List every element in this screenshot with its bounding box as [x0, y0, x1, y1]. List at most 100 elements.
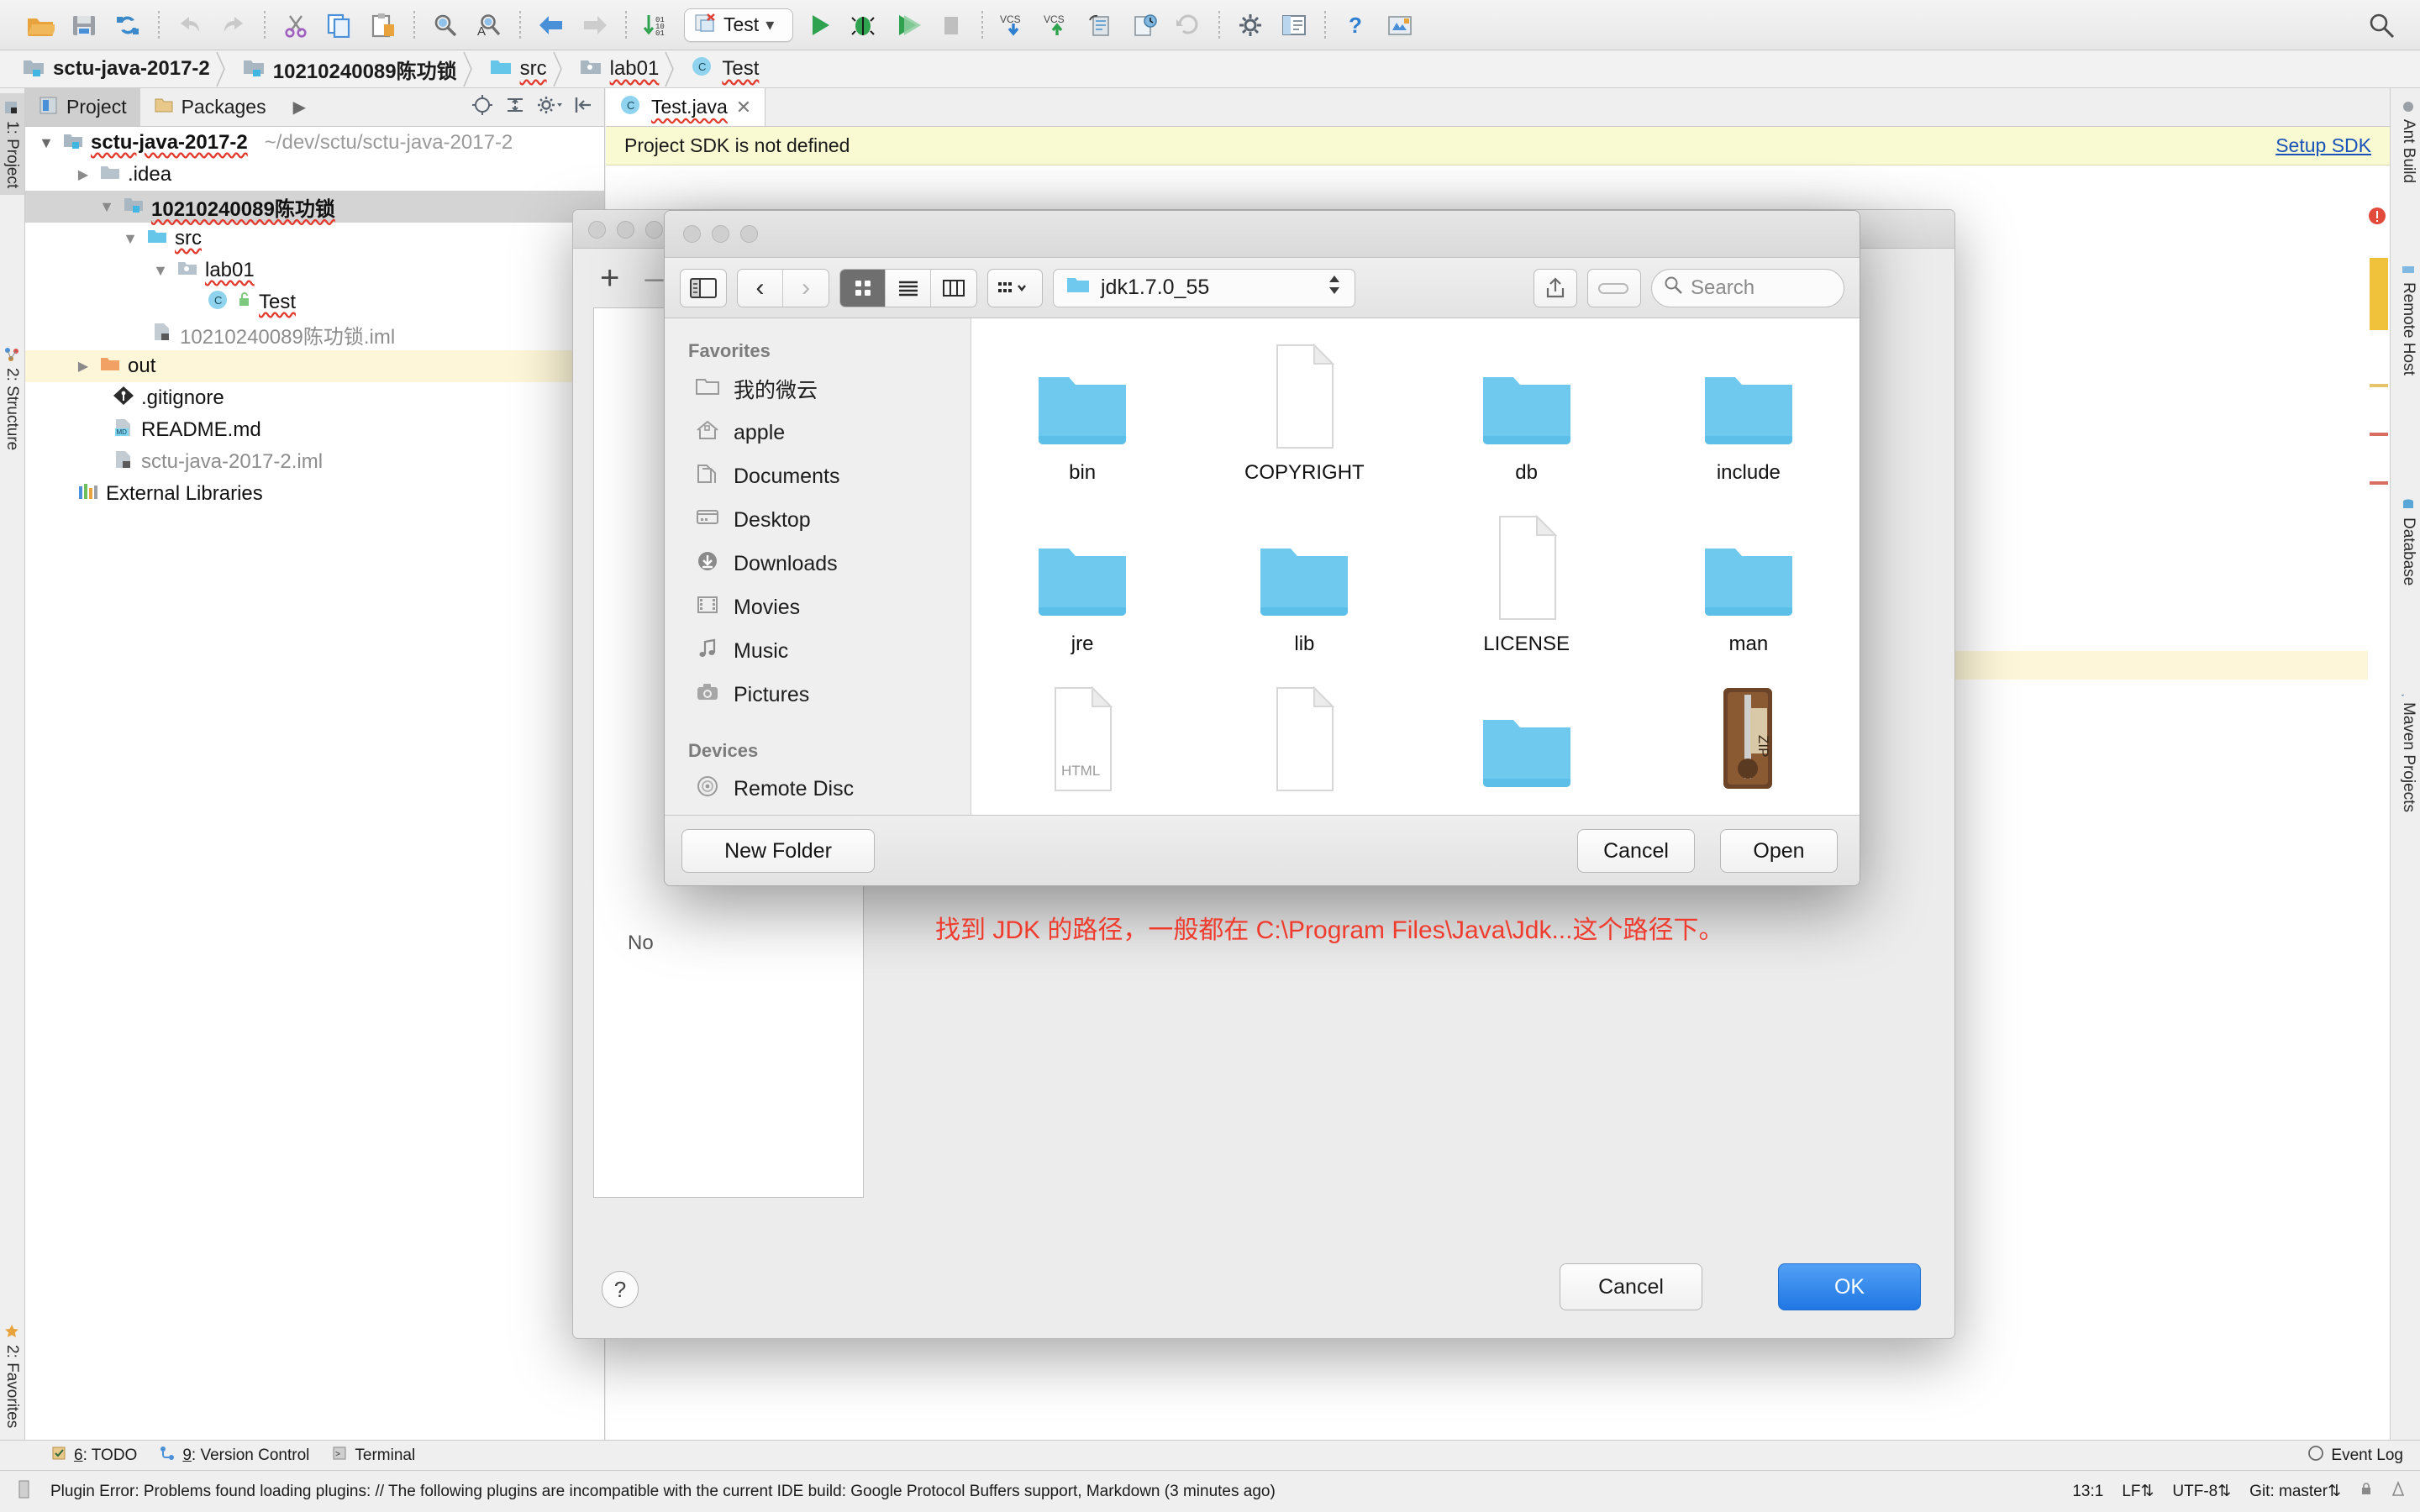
back-icon[interactable]	[529, 5, 573, 45]
forward-button[interactable]: ›	[783, 270, 829, 307]
sidebar-item-maven-projects[interactable]: m Maven Projects	[2396, 676, 2420, 819]
breadcrumb-item-class[interactable]: C Test	[681, 50, 781, 88]
breadcrumb-item-module[interactable]: 10210240089陈功锁	[232, 50, 479, 88]
sidebar-item-music[interactable]: Music	[665, 629, 971, 673]
stepper-icon[interactable]	[1326, 273, 1343, 302]
tree-row-module[interactable]: ▼ 10210240089陈功锁	[25, 191, 604, 223]
file-item-license[interactable]: LICENSE	[1416, 510, 1638, 656]
sidebar-item-desktop[interactable]: Desktop	[665, 498, 971, 542]
lock-icon[interactable]	[2360, 1481, 2373, 1503]
tree-row-external-libraries[interactable]: External Libraries	[25, 478, 604, 510]
settings-gear-icon[interactable]	[537, 94, 562, 120]
settings-icon[interactable]	[1228, 5, 1272, 45]
file-item-folder[interactable]	[1416, 681, 1638, 804]
back-button[interactable]: ‹	[738, 270, 783, 307]
close-icon[interactable]: ✕	[736, 97, 751, 118]
line-separator[interactable]: LF⇅	[2122, 1482, 2154, 1501]
ok-button[interactable]: OK	[1778, 1263, 1921, 1310]
minimize-button[interactable]	[617, 221, 634, 239]
icon-view-icon[interactable]	[840, 270, 886, 307]
tab-project[interactable]: Project	[25, 88, 140, 126]
cut-icon[interactable]	[274, 5, 318, 45]
tree-row-project-root[interactable]: ▼ sctu-java-2017-2 ~/dev/sctu/sctu-java-…	[25, 127, 604, 159]
tab-overflow-button[interactable]: ▶	[280, 88, 319, 126]
android-sdk-icon[interactable]	[1378, 5, 1422, 45]
column-view-icon[interactable]	[931, 270, 976, 307]
synchronize-icon[interactable]	[106, 5, 150, 45]
remove-sdk-button[interactable]: –	[644, 260, 663, 297]
twisty-icon[interactable]: ▼	[121, 230, 139, 248]
sidebar-item-favorites[interactable]: 2: Favorites	[0, 1317, 24, 1435]
open-folder-icon[interactable]	[18, 5, 62, 45]
search-input[interactable]: Search	[1651, 269, 1844, 307]
file-item-html[interactable]: HTML	[971, 681, 1193, 804]
tool-window-todo[interactable]: 6: TODO	[50, 1445, 137, 1467]
locate-icon[interactable]	[471, 94, 493, 120]
status-message[interactable]: Plugin Error: Problems found loading plu…	[50, 1483, 1276, 1501]
caret-position[interactable]: 13:1	[2072, 1483, 2103, 1501]
run-configuration-selector[interactable]: Test ▾	[684, 8, 793, 42]
project-structure-icon[interactable]	[1272, 5, 1316, 45]
search-everywhere-icon[interactable]	[2368, 12, 2395, 43]
file-item-copyright[interactable]: COPYRIGHT	[1193, 339, 1415, 485]
project-tree[interactable]: ▼ sctu-java-2017-2 ~/dev/sctu/sctu-java-…	[25, 127, 604, 1440]
twisty-icon[interactable]: ▼	[97, 198, 116, 216]
file-item-jre[interactable]: jre	[971, 510, 1193, 656]
file-item-man[interactable]: man	[1638, 510, 1860, 656]
sidebar-item-pictures[interactable]: Pictures	[665, 673, 971, 717]
breadcrumb-item-src[interactable]: src	[479, 50, 569, 88]
tree-row-readme[interactable]: MD README.md	[25, 414, 604, 446]
save-all-icon[interactable]	[62, 5, 106, 45]
error-stripe-marker[interactable]	[2370, 384, 2388, 387]
tree-row-project-iml[interactable]: sctu-java-2017-2.iml	[25, 446, 604, 478]
collapse-all-icon[interactable]	[505, 94, 525, 120]
maximize-button[interactable]	[645, 221, 663, 239]
cancel-button[interactable]: Cancel	[1560, 1263, 1702, 1310]
vcs-update-icon[interactable]: VCS	[992, 5, 1035, 45]
maximize-button[interactable]	[740, 225, 758, 243]
debug-icon[interactable]	[842, 5, 886, 45]
file-item-lib[interactable]: lib	[1193, 510, 1415, 656]
close-button[interactable]	[588, 221, 606, 239]
hide-panel-icon[interactable]	[574, 94, 594, 120]
sidebar-item-weiyun[interactable]: 我的微云	[665, 367, 971, 411]
setup-sdk-link[interactable]: Setup SDK	[2275, 134, 2371, 157]
undo-icon[interactable]	[168, 5, 212, 45]
tag-icon[interactable]	[1587, 269, 1641, 307]
sidebar-toggle-icon[interactable]	[680, 269, 727, 307]
vcs-commit-icon[interactable]: VCS	[1035, 5, 1079, 45]
tree-row-out[interactable]: ▶ out	[25, 350, 604, 382]
close-button[interactable]	[683, 225, 701, 243]
inspection-icon[interactable]	[2391, 1481, 2405, 1503]
compile-icon[interactable]: 011001	[635, 5, 679, 45]
tree-row-src[interactable]: ▼ src	[25, 223, 604, 255]
twisty-icon[interactable]: ▼	[37, 134, 55, 152]
path-popup-button[interactable]: jdk1.7.0_55	[1053, 269, 1355, 307]
tree-row-package[interactable]: ▼ lab01	[25, 255, 604, 286]
status-memory-icon[interactable]	[17, 1478, 32, 1505]
stop-icon[interactable]	[929, 5, 973, 45]
find-icon[interactable]	[424, 5, 467, 45]
add-sdk-button[interactable]: +	[600, 260, 619, 297]
vcs-rollback-icon[interactable]	[1166, 5, 1210, 45]
tool-window-terminal[interactable]: > Terminal	[331, 1445, 415, 1467]
help-icon[interactable]: ?	[1334, 5, 1378, 45]
file-item-include[interactable]: include	[1638, 339, 1860, 485]
file-item-zip[interactable]: ZIP	[1638, 681, 1860, 804]
cancel-button[interactable]: Cancel	[1577, 829, 1695, 873]
sidebar-item-ant-build[interactable]: Ant Build	[2396, 93, 2420, 190]
file-grid[interactable]: bin COPYRIGHT db	[971, 318, 1860, 815]
sidebar-item-remote-disc[interactable]: Remote Disc	[665, 767, 971, 811]
tab-packages[interactable]: Packages	[140, 88, 280, 126]
sidebar-item-structure[interactable]: 2: Structure	[0, 340, 24, 457]
file-item-bin[interactable]: bin	[971, 339, 1193, 485]
new-folder-button[interactable]: New Folder	[681, 829, 875, 873]
tree-row-gitignore[interactable]: .gitignore	[25, 382, 604, 414]
coverage-icon[interactable]	[886, 5, 929, 45]
sidebar-item-downloads[interactable]: Downloads	[665, 542, 971, 585]
sidebar-item-documents[interactable]: Documents	[665, 454, 971, 498]
tree-row-class[interactable]: C Test	[25, 286, 604, 318]
git-branch[interactable]: Git: master⇅	[2249, 1482, 2341, 1501]
share-icon[interactable]	[1534, 269, 1577, 307]
minimize-button[interactable]	[712, 225, 729, 243]
